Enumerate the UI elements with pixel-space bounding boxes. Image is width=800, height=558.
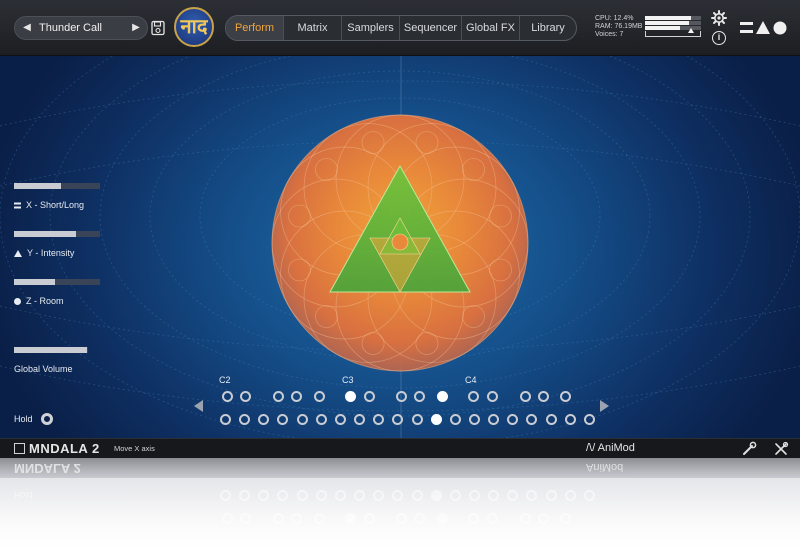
cpu-readout: CPU: 12.4% <box>595 15 634 22</box>
hint-text: Move X axis <box>114 444 155 453</box>
meter-2 <box>645 21 701 25</box>
lower-key[interactable] <box>220 414 231 425</box>
info-icon[interactable]: i <box>712 31 726 45</box>
upper-key[interactable] <box>520 391 531 402</box>
top-bar: ◀ Thunder Call ▶ नाद Perform Matrix Sample… <box>0 0 800 56</box>
reflection-fade <box>0 458 800 558</box>
triangle-icon <box>14 248 27 258</box>
lower-key[interactable] <box>564 414 576 425</box>
animod-logo[interactable]: /\/ AniMod <box>586 442 635 454</box>
y-axis-slider[interactable] <box>14 231 100 237</box>
meter-1-fill <box>645 16 691 20</box>
meter-1 <box>645 16 701 20</box>
next-preset-button[interactable]: ▶ <box>127 17 145 39</box>
performance-stats: CPU: 12.4% RAM: 76.19MB Voices: 7 <box>595 15 642 39</box>
tab-sequencer[interactable]: Sequencer <box>400 16 462 40</box>
x-axis-fill <box>14 183 62 189</box>
save-icon[interactable] <box>151 20 165 36</box>
cursor-dot <box>391 233 409 251</box>
global-volume-slider[interactable] <box>14 347 88 353</box>
upper-key[interactable] <box>414 391 425 402</box>
plugin-window: ◀ Thunder Call ▶ नाद Perform Matrix Sample… <box>0 0 800 458</box>
circle-icon <box>14 296 26 306</box>
lower-key[interactable] <box>334 414 346 425</box>
upper-key[interactable] <box>240 391 251 402</box>
x-axis-label-text: X - Short/Long <box>26 200 85 210</box>
main-tabs: Perform Matrix Samplers Sequencer Global FX L… <box>225 15 577 41</box>
tab-library[interactable]: Library <box>520 16 576 40</box>
lower-key[interactable] <box>430 414 442 425</box>
product-name: MNDALA 2 <box>29 441 100 456</box>
brand-logo-icon <box>740 21 787 35</box>
tab-samplers[interactable]: Samplers <box>342 16 400 40</box>
tab-global-fx[interactable]: Global FX <box>462 16 520 40</box>
lower-key[interactable] <box>449 414 461 425</box>
prev-preset-button[interactable]: ◀ <box>18 17 36 39</box>
tab-perform[interactable]: Perform <box>226 16 284 40</box>
preset-selector[interactable]: ◀ Thunder Call ▶ <box>14 16 148 40</box>
animod-mark-icon: /\/ <box>586 442 598 454</box>
wrench-icon[interactable] <box>741 441 757 457</box>
y-axis-label: Y - Intensity <box>14 248 74 258</box>
window-reflection: MNDALA 2 AniMod Hold <box>0 458 800 558</box>
z-axis-fill <box>14 279 56 285</box>
z-axis-slider[interactable] <box>14 279 100 285</box>
upper-key[interactable] <box>222 391 233 402</box>
upper-key[interactable] <box>468 391 479 402</box>
octave-label-c3: C3 <box>342 375 354 385</box>
hold-label: Hold <box>14 414 33 424</box>
upper-key[interactable] <box>437 391 448 402</box>
hold-toggle[interactable] <box>41 413 53 425</box>
tab-matrix[interactable]: Matrix <box>284 16 342 40</box>
nad-logo: नाद <box>174 7 214 47</box>
ram-readout: RAM: 76.19MB <box>595 23 643 30</box>
logo-box-icon <box>14 443 25 454</box>
upper-key[interactable] <box>396 391 407 402</box>
y-axis-label-text: Y - Intensity <box>27 248 75 258</box>
product-logo: MNDALA 2 <box>14 441 100 456</box>
gear-icon[interactable] <box>711 10 727 26</box>
upper-key[interactable] <box>273 391 284 402</box>
keyboard-left-arrow-icon[interactable] <box>194 400 203 412</box>
lower-key[interactable] <box>296 414 308 425</box>
meter-marker-icon[interactable] <box>687 28 694 33</box>
upper-key[interactable] <box>560 391 571 402</box>
meter-2-fill <box>645 21 689 25</box>
bottom-bar: MNDALA 2 Move X axis /\/ AniMod <box>0 438 800 458</box>
x-axis-label: X - Short/Long <box>14 200 84 210</box>
upper-key[interactable] <box>538 391 549 402</box>
lower-key[interactable] <box>354 414 366 425</box>
xyz-pad[interactable] <box>0 56 800 438</box>
x-axis-slider[interactable] <box>14 183 100 189</box>
meter-3-fill <box>645 26 680 30</box>
animod-label: AniMod <box>597 442 635 454</box>
global-volume-label: Global Volume <box>14 364 73 374</box>
lower-key[interactable] <box>468 414 480 425</box>
z-axis-label: Z - Room <box>14 296 64 306</box>
output-meters <box>645 16 701 38</box>
upper-key[interactable] <box>364 391 375 402</box>
upper-key[interactable] <box>345 391 356 402</box>
tools-icon[interactable] <box>773 441 789 457</box>
lower-key[interactable] <box>411 414 423 425</box>
octave-label-c4: C4 <box>465 375 477 385</box>
global-volume-fill <box>14 347 87 353</box>
upper-key[interactable] <box>291 391 302 402</box>
lower-key[interactable] <box>315 414 327 425</box>
upper-key[interactable] <box>314 391 325 402</box>
voices-readout: Voices: 7 <box>595 31 624 38</box>
lower-key[interactable] <box>545 414 557 425</box>
upper-key[interactable] <box>487 391 498 402</box>
keyboard-right-arrow-icon[interactable] <box>600 400 609 412</box>
preset-name[interactable]: Thunder Call <box>39 17 102 39</box>
z-axis-label-text: Z - Room <box>26 296 64 306</box>
equals-icon <box>14 200 26 210</box>
y-axis-fill <box>14 231 76 237</box>
lower-key[interactable] <box>583 414 595 425</box>
octave-label-c2: C2 <box>219 375 231 385</box>
